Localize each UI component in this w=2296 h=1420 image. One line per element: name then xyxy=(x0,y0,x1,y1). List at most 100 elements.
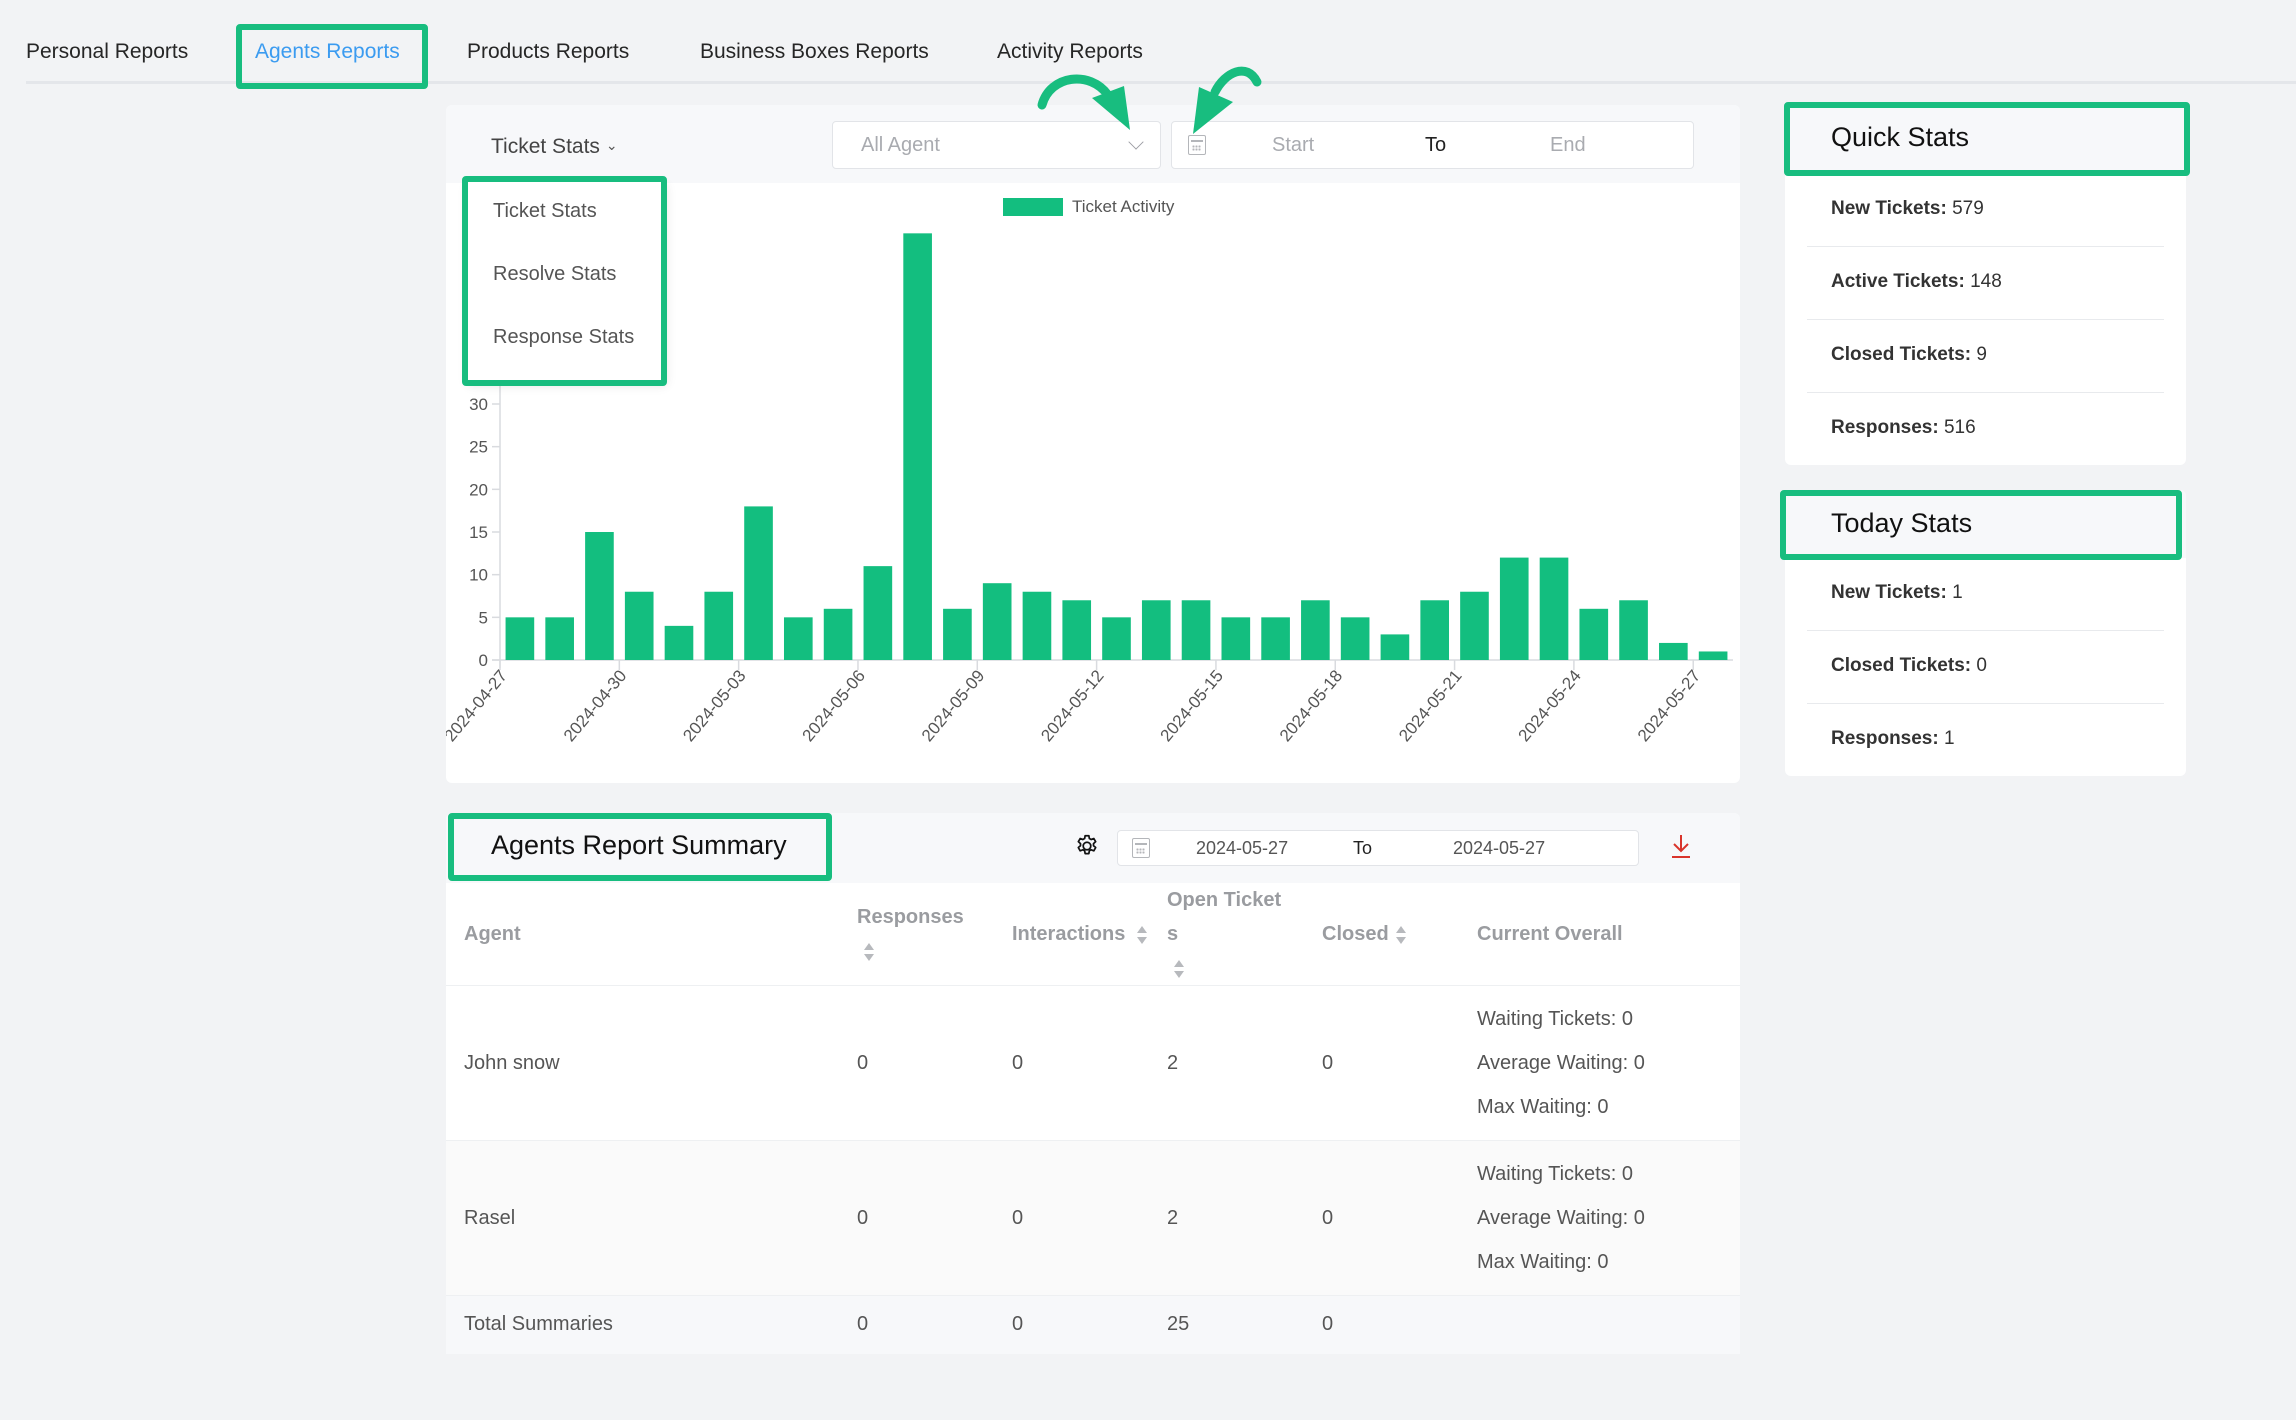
cell-interactions: 0 xyxy=(994,1140,1149,1296)
sort-icon[interactable] xyxy=(1395,925,1407,944)
summary-date-separator: To xyxy=(1353,838,1373,858)
summary-date-from[interactable]: 2024-05-27 xyxy=(1196,838,1288,859)
bar[interactable] xyxy=(744,506,773,660)
sort-icon[interactable] xyxy=(1173,959,1185,978)
x-tick-label: 2024-05-27 xyxy=(1634,666,1704,745)
x-tick-label: 2024-05-21 xyxy=(1395,666,1465,745)
today-stats-title: Today Stats xyxy=(1831,508,1973,538)
stat-row-active-tickets: Active Tickets: 148 xyxy=(1807,247,2164,320)
cell-interactions: 0 xyxy=(994,985,1149,1141)
bar[interactable] xyxy=(585,532,614,660)
bar[interactable] xyxy=(863,566,893,660)
col-responses[interactable]: Responses xyxy=(839,883,994,986)
bar[interactable] xyxy=(1460,591,1489,660)
x-tick-label: 2024-05-09 xyxy=(918,666,988,745)
bar[interactable] xyxy=(1022,591,1052,660)
y-tick-label: 25 xyxy=(469,438,488,457)
stat-row-closed-tickets: Closed Tickets: 9 xyxy=(1807,320,2164,393)
dropdown-option-ticket-stats[interactable]: Ticket Stats xyxy=(493,200,597,223)
bar[interactable] xyxy=(1340,617,1370,660)
legend-label: Ticket Activity xyxy=(1072,197,1175,216)
y-tick-label: 5 xyxy=(479,608,488,627)
stat-row-today-responses: Responses: 1 xyxy=(1831,728,1955,749)
bar[interactable] xyxy=(1380,634,1410,660)
bar[interactable] xyxy=(1579,608,1609,660)
report-tabs: Personal Reports Agents Reports Products… xyxy=(26,0,2296,84)
x-tick-label: 2024-05-15 xyxy=(1157,666,1227,745)
col-agent: Agent xyxy=(446,883,839,986)
cell-current-overall: Waiting Tickets: 0 Average Waiting: 0 Ma… xyxy=(1459,1140,1740,1296)
summary-date-to[interactable]: 2024-05-27 xyxy=(1453,838,1545,859)
col-closed[interactable]: Closed xyxy=(1304,883,1459,986)
agent-name: Rasel xyxy=(446,1140,839,1296)
summary-header-row: Agent Responses Interactions Open Ticket… xyxy=(446,883,1740,986)
bar[interactable] xyxy=(1062,600,1092,660)
total-row: Total Summaries 0 0 25 0 xyxy=(446,1295,1740,1354)
x-tick-label: 2024-04-30 xyxy=(560,666,630,745)
x-tick-label: 2024-04-27 xyxy=(446,666,511,745)
download-icon[interactable] xyxy=(1670,833,1692,859)
bar[interactable] xyxy=(1619,600,1648,660)
bar[interactable] xyxy=(1698,651,1728,660)
bar[interactable] xyxy=(783,617,813,660)
quick-stats-card: Quick Stats New Tickets: 579 Active Tick… xyxy=(1785,102,2186,465)
bar[interactable] xyxy=(1221,617,1251,660)
settings-gear-icon[interactable] xyxy=(1074,833,1100,859)
calendar-icon xyxy=(1132,838,1150,858)
tab-personal-reports[interactable]: Personal Reports xyxy=(26,40,188,64)
stats-type-dropdown: Ticket Stats Resolve Stats Response Stat… xyxy=(468,182,666,382)
cell-open-tickets: 2 xyxy=(1149,1140,1304,1296)
col-open-tickets[interactable]: Open Tickets xyxy=(1149,883,1304,986)
bar[interactable] xyxy=(1420,600,1450,660)
bar[interactable] xyxy=(982,583,1012,660)
bar[interactable] xyxy=(903,233,932,661)
bar[interactable] xyxy=(1499,557,1529,660)
today-stats-card: Today Stats New Tickets: 1 Closed Ticket… xyxy=(1785,490,2186,776)
sort-icon[interactable] xyxy=(1136,925,1148,944)
tab-business-boxes-reports[interactable]: Business Boxes Reports xyxy=(700,40,929,64)
bar[interactable] xyxy=(823,608,853,660)
ticket-stats-card: Ticket Stats ⌄ All Agent Start To End 051… xyxy=(446,105,1740,783)
bar[interactable] xyxy=(1261,617,1290,660)
y-tick-label: 10 xyxy=(469,566,488,585)
tab-products-reports[interactable]: Products Reports xyxy=(467,40,629,64)
bar[interactable] xyxy=(943,608,972,660)
total-label: Total Summaries xyxy=(446,1295,839,1354)
dropdown-option-resolve-stats[interactable]: Resolve Stats xyxy=(493,263,616,286)
cell-closed: 0 xyxy=(1304,1140,1459,1296)
bar[interactable] xyxy=(1539,557,1569,660)
cell-current-overall: Waiting Tickets: 0 Average Waiting: 0 Ma… xyxy=(1459,985,1740,1141)
summary-table: Agent Responses Interactions Open Ticket… xyxy=(446,883,1740,1354)
bar[interactable] xyxy=(624,591,654,660)
bar[interactable] xyxy=(505,617,535,660)
y-tick-label: 30 xyxy=(469,395,488,414)
summary-date-range[interactable]: 2024-05-27 To 2024-05-27 xyxy=(1117,830,1639,866)
tab-activity-reports[interactable]: Activity Reports xyxy=(997,40,1143,64)
cell-responses: 0 xyxy=(839,1140,994,1296)
dropdown-option-response-stats[interactable]: Response Stats xyxy=(493,326,634,349)
stat-row-responses: Responses: 516 xyxy=(1831,417,1976,438)
total-open-tickets: 25 xyxy=(1149,1295,1304,1354)
quick-stats-title: Quick Stats xyxy=(1831,122,1970,152)
stat-row-today-new-tickets: New Tickets: 1 xyxy=(1807,558,2164,631)
legend-swatch xyxy=(1003,198,1063,216)
bar[interactable] xyxy=(1102,617,1131,660)
chart-legend[interactable]: Ticket Activity xyxy=(1003,197,1174,217)
bar[interactable] xyxy=(545,617,574,660)
bar[interactable] xyxy=(664,625,694,660)
total-responses: 0 xyxy=(839,1295,994,1354)
cell-closed: 0 xyxy=(1304,985,1459,1141)
bar[interactable] xyxy=(1301,600,1330,660)
total-interactions: 0 xyxy=(994,1295,1149,1354)
table-row: John snow 0 0 2 0 Waiting Tickets: 0 Ave… xyxy=(446,985,1740,1141)
bar[interactable] xyxy=(1659,642,1688,660)
agents-report-summary-card: Agents Report Summary 2024-05-27 To 2024… xyxy=(446,813,1740,1354)
sort-icon[interactable] xyxy=(863,942,875,961)
col-interactions[interactable]: Interactions xyxy=(994,883,1149,986)
bar[interactable] xyxy=(704,591,734,660)
tab-agents-reports[interactable]: Agents Reports xyxy=(255,40,400,64)
cell-open-tickets: 2 xyxy=(1149,985,1304,1141)
bar[interactable] xyxy=(1181,600,1211,660)
bar[interactable] xyxy=(1141,600,1171,660)
x-tick-label: 2024-05-24 xyxy=(1515,666,1585,745)
